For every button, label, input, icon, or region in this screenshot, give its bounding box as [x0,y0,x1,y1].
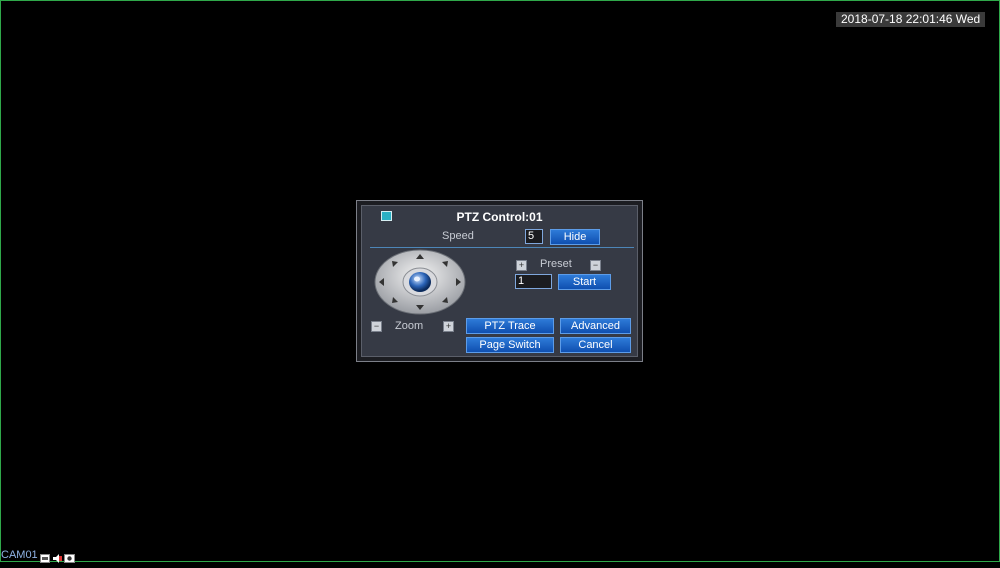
audio-icon [52,550,62,568]
ptz-control-dialog: PTZ Control:01 Speed 5 Hide + Preset − 1… [356,200,643,362]
preset-input[interactable]: 1 [515,274,552,289]
preset-add-icon[interactable]: + [516,260,527,271]
zoom-label: Zoom [395,320,424,332]
speed-label: Speed [442,230,474,242]
zoom-out-icon[interactable]: − [371,321,382,332]
advanced-button[interactable]: Advanced [560,318,631,334]
cancel-button[interactable]: Cancel [560,337,631,353]
hide-button[interactable]: Hide [550,229,600,245]
page-switch-button[interactable]: Page Switch [466,337,554,353]
zoom-in-icon[interactable]: + [443,321,454,332]
preset-remove-icon[interactable]: − [590,260,601,271]
ptz-trace-button[interactable]: PTZ Trace [466,318,554,334]
preset-label: Preset [540,258,572,270]
separator-line [370,247,634,248]
start-button[interactable]: Start [558,274,611,290]
dialog-title: PTZ Control:01 [456,210,543,224]
ptz-dialog-body: PTZ Control:01 Speed 5 Hide + Preset − 1… [361,205,638,357]
speed-input[interactable]: 5 [525,229,543,244]
directional-pad-icon[interactable] [374,249,466,320]
camera-status-icons [40,550,75,568]
record-icon [40,550,50,568]
datetime-display: 2018-07-18 22:01:46 Wed [836,12,986,27]
camera-label: CAM01 [1,549,38,561]
camera-icon [64,550,75,568]
